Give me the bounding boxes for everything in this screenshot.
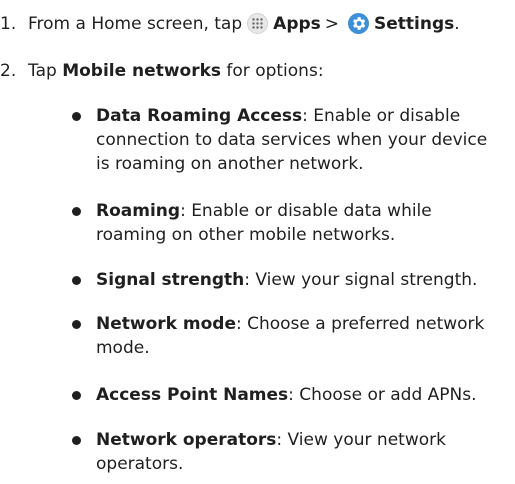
step-suffix: .	[454, 14, 460, 34]
settings-label: Settings	[374, 14, 455, 34]
step-suffix: for options:	[226, 61, 324, 81]
option-item: Network mode: Choose a preferred network…	[72, 312, 502, 360]
bullet-dot	[72, 391, 81, 400]
step-text: Tap	[28, 61, 57, 81]
option-item: Network operators: View your network ope…	[72, 428, 502, 476]
option-item: Data Roaming Access: Enable or disable c…	[72, 104, 502, 176]
gear-icon	[348, 12, 370, 34]
bullet-dot	[72, 112, 81, 121]
apps-label: Apps	[273, 14, 321, 34]
step-2: 2. Tap Mobile networks for options:	[0, 59, 324, 83]
step-number: 1.	[0, 14, 17, 34]
option-item: Roaming: Enable or disable data while ro…	[72, 199, 502, 247]
bullet-dot	[72, 207, 81, 216]
bullet-dot	[72, 320, 81, 329]
step-1: 1. From a Home screen, tap Apps > Settin…	[0, 12, 460, 36]
option-term: Signal strength	[96, 270, 245, 290]
apps-grid-icon	[247, 12, 269, 34]
instructions-page: 1. From a Home screen, tap Apps > Settin…	[0, 0, 515, 484]
option-term: Network operators	[96, 430, 277, 450]
mobile-networks-label: Mobile networks	[62, 61, 222, 81]
option-term: Roaming	[96, 201, 181, 221]
option-description: : Choose or add APNs.	[288, 385, 477, 405]
step-number: 2.	[0, 61, 17, 81]
option-term: Network mode	[96, 314, 236, 334]
step-text: From a Home screen, tap	[28, 14, 243, 34]
option-item: Access Point Names: Choose or add APNs.	[72, 383, 502, 407]
option-term: Data Roaming Access	[96, 106, 303, 126]
bullet-dot	[72, 436, 81, 445]
option-description: : View your signal strength.	[244, 270, 478, 290]
bullet-dot	[72, 276, 81, 285]
option-item: Signal strength: View your signal streng…	[72, 268, 502, 292]
option-term: Access Point Names	[96, 385, 289, 405]
path-separator: >	[324, 14, 340, 34]
